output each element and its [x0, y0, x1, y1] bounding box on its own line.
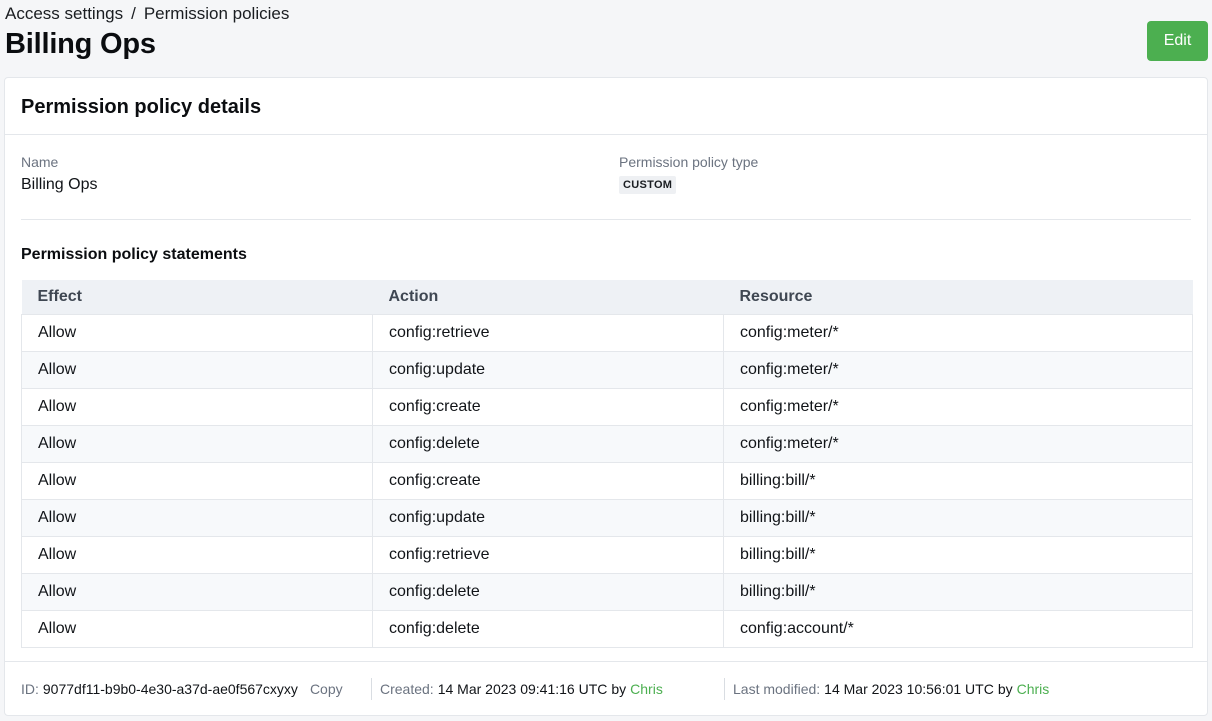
card-header: Permission policy details — [5, 78, 1207, 135]
type-label: Permission policy type — [619, 154, 759, 170]
modified-segment: Last modified: 14 Mar 2023 10:56:01 UTC … — [724, 677, 1050, 700]
effect-cell: Allow — [21, 461, 373, 500]
modified-label: Last modified: — [733, 680, 821, 697]
effect-cell: Allow — [21, 313, 373, 352]
resource-cell: config:meter/* — [723, 387, 1193, 426]
table-row: Allow config:delete billing:bill/* — [21, 572, 1193, 611]
effect-cell: Allow — [21, 387, 373, 426]
table-row: Allow config:delete config:meter/* — [21, 424, 1193, 463]
modified-by-user-link[interactable]: Chris — [1017, 681, 1050, 697]
table-row: Allow config:delete config:account/* — [21, 609, 1193, 648]
column-header-action: Action — [372, 280, 724, 314]
created-value: 14 Mar 2023 09:41:16 UTC — [437, 680, 608, 697]
table-header-row: Effect Action Resource — [21, 280, 1193, 314]
breadcrumb: Access settings / Permission policies — [5, 4, 289, 24]
action-cell: config:update — [372, 350, 724, 389]
id-segment: ID: 9077df11-b9b0-4e30-a37d-ae0f567cxyxy… — [5, 678, 371, 700]
resource-cell: config:meter/* — [723, 350, 1193, 389]
modified-value: 14 Mar 2023 10:56:01 UTC — [824, 680, 994, 697]
effect-cell: Allow — [21, 350, 373, 389]
table-row: Allow config:update config:meter/* — [21, 350, 1193, 389]
table-row: Allow config:retrieve config:meter/* — [21, 313, 1193, 352]
action-cell: config:retrieve — [372, 313, 724, 352]
action-cell: config:retrieve — [372, 535, 724, 574]
name-label: Name — [21, 154, 59, 170]
created-by-user-link[interactable]: Chris — [630, 681, 663, 697]
policy-properties: Name Billing Ops Permission policy type … — [21, 154, 1191, 220]
name-value: Billing Ops — [21, 176, 98, 193]
statements-table: Effect Action Resource Allow config:retri… — [21, 280, 1193, 648]
breadcrumb-separator: / — [131, 4, 136, 23]
breadcrumb-access-settings[interactable]: Access settings — [5, 4, 123, 24]
name-property: Name Billing Ops — [21, 154, 97, 194]
action-cell: config:delete — [372, 609, 724, 648]
table-row: Allow config:create config:meter/* — [21, 387, 1193, 426]
metadata-footer: ID: 9077df11-b9b0-4e30-a37d-ae0f567cxyxy… — [5, 661, 1207, 715]
action-cell: config:create — [372, 461, 724, 500]
effect-cell: Allow — [21, 535, 373, 574]
type-property: Permission policy type CUSTOM — [619, 154, 758, 194]
table-body: Allow config:retrieve config:meter/* Allow c… — [21, 313, 1193, 648]
effect-cell: Allow — [21, 424, 373, 463]
resource-cell: config:account/* — [723, 609, 1193, 648]
resource-cell: billing:bill/* — [723, 572, 1193, 611]
resource-cell: billing:bill/* — [723, 498, 1193, 537]
edit-button[interactable]: Edit — [1147, 21, 1208, 61]
created-by-word: by — [611, 680, 627, 697]
table-row: Allow config:update billing:bill/* — [21, 498, 1193, 537]
action-cell: config:delete — [372, 424, 724, 463]
id-value: 9077df11-b9b0-4e30-a37d-ae0f567cxyxy — [42, 680, 298, 697]
action-cell: config:delete — [372, 572, 724, 611]
resource-cell: config:meter/* — [723, 313, 1193, 352]
table-row: Allow config:retrieve billing:bill/* — [21, 535, 1193, 574]
resource-cell: billing:bill/* — [723, 535, 1193, 574]
created-label: Created: — [380, 680, 434, 697]
table-row: Allow config:create billing:bill/* — [21, 461, 1193, 500]
action-cell: config:update — [372, 498, 724, 537]
column-header-effect: Effect — [21, 280, 373, 314]
id-label: ID: — [21, 680, 39, 697]
policy-details-card: Permission policy details Name Billing O… — [4, 77, 1208, 716]
statements-heading: Permission policy statements — [21, 246, 247, 263]
effect-cell: Allow — [21, 609, 373, 648]
resource-cell: config:meter/* — [723, 424, 1193, 463]
modified-by-word: by — [997, 680, 1013, 697]
effect-cell: Allow — [21, 572, 373, 611]
card-title: Permission policy details — [21, 96, 262, 118]
column-header-resource: Resource — [723, 280, 1193, 314]
created-segment: Created: 14 Mar 2023 09:41:16 UTC by Chr… — [371, 677, 724, 700]
copy-id-button[interactable]: Copy — [310, 681, 343, 697]
page-title: Billing Ops — [5, 28, 156, 60]
effect-cell: Allow — [21, 498, 373, 537]
breadcrumb-permission-policies[interactable]: Permission policies — [144, 4, 290, 24]
action-cell: config:create — [372, 387, 724, 426]
policy-type-badge: CUSTOM — [619, 176, 677, 194]
resource-cell: billing:bill/* — [723, 461, 1193, 500]
